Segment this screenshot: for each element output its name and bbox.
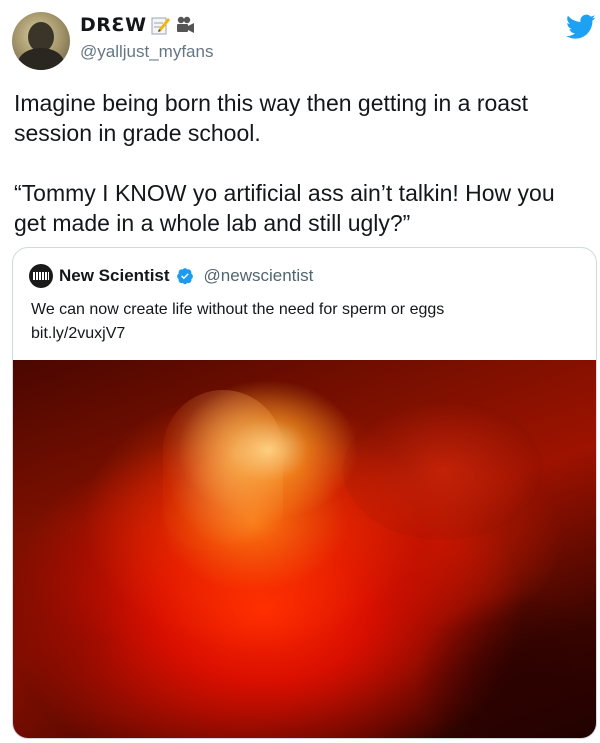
author-display-name[interactable]: DRƐW bbox=[80, 14, 147, 36]
quoted-tweet-image[interactable] bbox=[13, 360, 596, 738]
tweet-paragraph-1: Imagine being born this way then getting… bbox=[14, 90, 528, 146]
tweet-text: Imagine being born this way then getting… bbox=[14, 88, 588, 238]
quoted-tweet-link[interactable]: bit.ly/2vuxjV7 bbox=[31, 322, 581, 346]
quoted-tweet-line-1: We can now create life without the need … bbox=[31, 301, 445, 318]
verified-badge-icon bbox=[176, 267, 194, 285]
author-name-row[interactable]: DRƐW bbox=[80, 14, 195, 36]
avatar-body bbox=[18, 48, 64, 70]
quoted-tweet-text: We can now create life without the need … bbox=[31, 298, 581, 346]
tweet-paragraph-2: “Tommy I KNOW yo artificial ass ain’t ta… bbox=[14, 180, 555, 236]
tweet-card: DRƐW @yalljust_myfans Imagine being born… bbox=[0, 0, 600, 743]
quoted-author-handle[interactable]: @newscientist bbox=[204, 266, 314, 286]
image-shadow-region bbox=[343, 400, 543, 540]
image-glow-region bbox=[163, 390, 283, 550]
twitter-bird-icon[interactable] bbox=[566, 14, 596, 40]
image-dark-region bbox=[413, 590, 596, 738]
quoted-author-name[interactable]: New Scientist bbox=[59, 266, 170, 286]
new-scientist-logo-icon[interactable] bbox=[29, 264, 53, 288]
avatar[interactable] bbox=[12, 12, 70, 70]
quoted-tweet-card[interactable]: New Scientist @newscientist We can now c… bbox=[12, 247, 597, 739]
pencil-icon bbox=[151, 15, 171, 35]
quoted-tweet-header: New Scientist @newscientist bbox=[29, 264, 313, 288]
movie-camera-icon bbox=[175, 15, 195, 35]
author-handle[interactable]: @yalljust_myfans bbox=[80, 42, 213, 62]
